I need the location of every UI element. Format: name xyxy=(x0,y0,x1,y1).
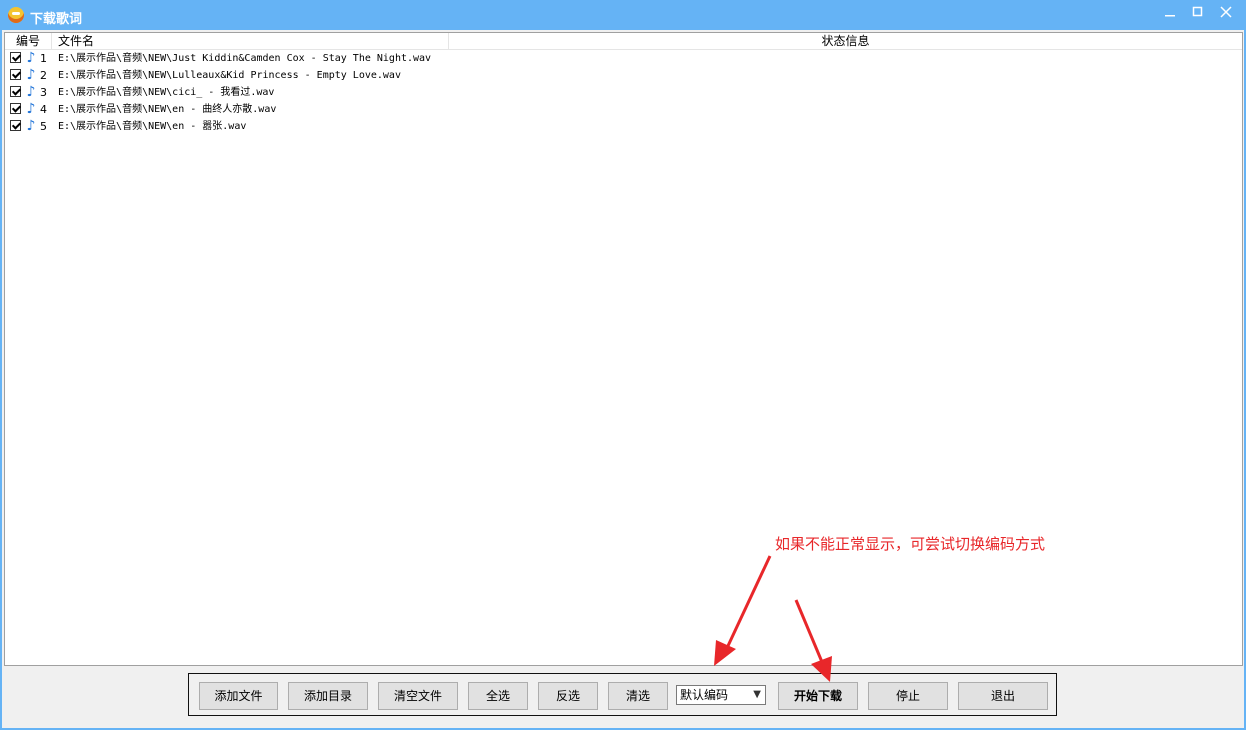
table-row[interactable]: ♪ 5 E:\展示作品\音频\NEW\en - 嚣张.wav xyxy=(5,118,1242,135)
title-bar[interactable]: 下载歌词 xyxy=(0,0,1246,30)
column-header-status[interactable]: 状态信息 xyxy=(449,33,1242,49)
chevron-down-icon: ▼ xyxy=(753,689,761,700)
row-number: 4 xyxy=(40,103,47,116)
select-all-button[interactable]: 全选 xyxy=(468,682,528,710)
row-number: 2 xyxy=(40,69,47,82)
add-directory-button[interactable]: 添加目录 xyxy=(288,682,368,710)
music-note-icon: ♪ xyxy=(26,101,36,117)
row-number: 5 xyxy=(40,120,47,133)
row-checkbox[interactable] xyxy=(10,52,21,63)
file-list[interactable]: 编号 文件名 状态信息 ♪ 1 E:\展示作品\音频\NEW\Just Kidd… xyxy=(4,32,1243,666)
client-area: 编号 文件名 状态信息 ♪ 1 E:\展示作品\音频\NEW\Just Kidd… xyxy=(2,30,1244,728)
minimize-icon xyxy=(1165,15,1175,17)
music-note-icon: ♪ xyxy=(26,118,36,134)
row-file-path: E:\展示作品\音频\NEW\Just Kiddin&Camden Cox - … xyxy=(58,53,432,64)
exit-button[interactable]: 退出 xyxy=(958,682,1048,710)
window-title: 下载歌词 xyxy=(30,12,83,27)
row-checkbox[interactable] xyxy=(10,86,21,97)
table-row[interactable]: ♪ 3 E:\展示作品\音频\NEW\cici_ - 我看过.wav xyxy=(5,84,1242,101)
close-button[interactable] xyxy=(1212,4,1240,24)
add-file-button[interactable]: 添加文件 xyxy=(199,682,278,710)
column-header-file[interactable]: 文件名 xyxy=(52,33,449,49)
row-file-path: E:\展示作品\音频\NEW\Lulleaux&Kid Princess - E… xyxy=(58,70,401,81)
music-note-icon: ♪ xyxy=(26,50,36,66)
clear-files-button[interactable]: 清空文件 xyxy=(378,682,458,710)
encoding-select-value: 默认编码 xyxy=(680,688,729,702)
music-note-icon: ♪ xyxy=(26,84,36,100)
row-file-path: E:\展示作品\音频\NEW\cici_ - 我看过.wav xyxy=(58,87,275,98)
list-rows: ♪ 1 E:\展示作品\音频\NEW\Just Kiddin&Camden Co… xyxy=(5,50,1242,135)
encoding-hint-annotation: 如果不能正常显示，可尝试切换编码方式 xyxy=(775,535,1046,553)
app-logo-icon xyxy=(8,7,24,23)
stop-button[interactable]: 停止 xyxy=(868,682,948,710)
start-download-button[interactable]: 开始下载 xyxy=(778,682,858,710)
row-file-path: E:\展示作品\音频\NEW\en - 嚣张.wav xyxy=(58,121,247,132)
list-header: 编号 文件名 状态信息 xyxy=(5,33,1242,50)
maximize-button[interactable] xyxy=(1184,4,1212,24)
encoding-select[interactable]: 默认编码 ▼ xyxy=(676,685,766,705)
clear-selection-button[interactable]: 清选 xyxy=(608,682,668,710)
maximize-icon xyxy=(1192,6,1203,17)
row-checkbox[interactable] xyxy=(10,120,21,131)
invert-selection-button[interactable]: 反选 xyxy=(538,682,598,710)
close-icon xyxy=(1220,6,1232,18)
table-row[interactable]: ♪ 2 E:\展示作品\音频\NEW\Lulleaux&Kid Princess… xyxy=(5,67,1242,84)
table-row[interactable]: ♪ 1 E:\展示作品\音频\NEW\Just Kiddin&Camden Co… xyxy=(5,50,1242,67)
column-header-no[interactable]: 编号 xyxy=(5,33,52,49)
row-number: 3 xyxy=(40,86,47,99)
row-file-path: E:\展示作品\音频\NEW\en - 曲终人亦散.wav xyxy=(58,104,277,115)
row-checkbox[interactable] xyxy=(10,69,21,80)
minimize-button[interactable] xyxy=(1156,4,1184,24)
row-number: 1 xyxy=(40,52,47,65)
row-checkbox[interactable] xyxy=(10,103,21,114)
music-note-icon: ♪ xyxy=(26,67,36,83)
table-row[interactable]: ♪ 4 E:\展示作品\音频\NEW\en - 曲终人亦散.wav xyxy=(5,101,1242,118)
action-toolbar: 添加文件 添加目录 清空文件 全选 反选 清选 默认编码 ▼ 开始下载 停止 退… xyxy=(188,673,1057,716)
